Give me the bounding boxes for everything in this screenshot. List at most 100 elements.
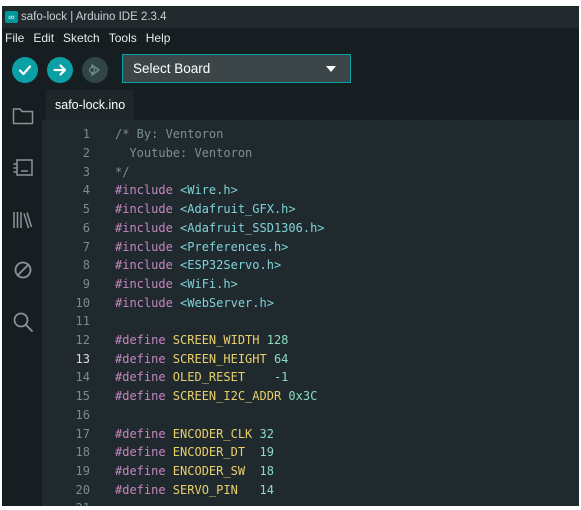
code-token-kw: #include [115,295,181,310]
code-token-num: -1 [273,370,289,385]
code-text: #include <Preferences.h> [115,240,288,254]
code-editor[interactable]: 1 /* By: Ventoron 2 Youtube: Ventoron 3 */ 4 #… [42,120,579,506]
caret-down-icon [326,65,336,72]
code-line[interactable]: 9 #include <WiFi.h> [42,275,579,294]
debug-icon [88,64,100,76]
code-line[interactable]: 15 #define SCREEN_I2C_ADDR 0x3C [42,387,579,406]
line-number: 3 [82,164,90,179]
activity-bar [2,90,42,506]
code-token-kw: #include [115,220,181,235]
code-token-kw: #define [115,463,173,478]
arduino-logo-icon: ∞ [5,11,18,23]
code-token-kw: #include [115,276,181,291]
code-token-num: 32 [259,426,274,441]
code-text: #define SCREEN_WIDTH 128 [115,333,288,347]
code-token-macro: SCREEN_WIDTH [172,333,260,348]
code-line[interactable]: 21 [42,499,579,506]
editor-tab-strip: safo-lock.ino [42,90,579,120]
code-text: #define SERVO_PIN 14 [115,483,274,497]
code-line[interactable]: 3 */ [42,162,579,181]
board-manager-icon [13,159,33,176]
menu-sketch[interactable]: Sketch [63,31,100,45]
code-token-inc: <Preferences.h> [180,239,289,254]
code-token-kw: #include [115,202,181,217]
code-text: #include <Adafruit_GFX.h> [115,202,296,216]
code-text: Youtube: Ventoron [115,146,252,160]
code-line[interactable]: 4 #include <Wire.h> [42,181,579,200]
code-token-comment: Youtube: Ventoron [115,146,253,161]
boards-manager-button[interactable] [11,156,35,180]
line-number: 10 [75,295,90,310]
code-line[interactable]: 5 #include <Adafruit_GFX.h> [42,200,579,219]
code-token-num: 128 [266,333,289,348]
code-line[interactable]: 10 #include <WebServer.h> [42,293,579,312]
toolbar: Select Board [2,48,579,90]
code-text: #define ENCODER_CLK 32 [115,427,274,441]
code-token-kw: #define [115,351,173,366]
code-line[interactable]: 11 [42,312,579,331]
debug-button[interactable] [82,57,108,83]
code-line[interactable]: 8 #include <ESP32Servo.h> [42,256,579,275]
code-text: #define ENCODER_SW 18 [115,464,274,478]
sketchbook-button[interactable] [11,104,35,128]
code-token-macro: OLED_RESET [172,370,246,385]
code-text: #include <WebServer.h> [115,296,274,310]
code-line[interactable]: 13 #define SCREEN_HEIGHT 64 [42,349,579,368]
code-text: #define OLED_RESET -1 [115,370,288,384]
line-number: 17 [75,426,90,441]
verify-button[interactable] [12,57,38,83]
menu-help[interactable]: Help [146,31,171,45]
debug-disabled-icon [14,261,32,279]
search-button[interactable] [11,310,35,334]
code-token-num: 18 [259,463,274,478]
menu-tools[interactable]: Tools [109,31,137,45]
line-number: 18 [75,445,90,460]
code-line[interactable]: 16 [42,406,579,425]
code-line[interactable]: 14 #define OLED_RESET -1 [42,368,579,387]
code-line[interactable]: 20 #define SERVO_PIN 14 [42,480,579,499]
line-number: 20 [75,482,90,497]
line-number: 7 [82,239,90,254]
code-token-kw: #define [115,482,173,497]
code-line[interactable]: 12 #define SCREEN_WIDTH 128 [42,331,579,350]
checkmark-icon [18,65,32,76]
code-token-macro: ENCODER_DT [172,445,246,460]
menu-file[interactable]: File [5,31,24,45]
code-text: #define SCREEN_HEIGHT 64 [115,352,288,366]
library-manager-button[interactable] [11,208,35,232]
code-line[interactable]: 18 #define ENCODER_DT 19 [42,443,579,462]
title-bar: ∞ safo-lock | Arduino IDE 2.3.4 [2,6,579,28]
code-line[interactable]: 2 Youtube: Ventoron [42,144,579,163]
code-line[interactable]: 1 /* By: Ventoron [42,125,579,144]
ide-window: ∞ safo-lock | Arduino IDE 2.3.4 File Edi… [2,6,579,506]
code-line[interactable]: 6 #include <Adafruit_SSD1306.h> [42,219,579,238]
line-number: 16 [75,407,90,422]
board-select[interactable]: Select Board [122,54,351,83]
code-token-kw: #include [115,183,181,198]
code-text: /* By: Ventoron [115,127,223,141]
line-number: 9 [82,276,90,291]
line-number: 1 [82,127,90,142]
tab-safo-lock-ino[interactable]: safo-lock.ino [46,90,135,120]
menu-edit[interactable]: Edit [33,31,54,45]
code-token-macro: ENCODER_CLK [172,426,253,441]
line-number: 5 [82,202,90,217]
line-number: 4 [82,183,90,198]
code-token-macro: SERVO_PIN [172,482,238,497]
code-token-num: 14 [259,482,274,497]
code-line[interactable]: 7 #include <Preferences.h> [42,237,579,256]
upload-button[interactable] [47,57,73,83]
code-token-kw: #include [115,239,181,254]
code-line[interactable]: 19 #define ENCODER_SW 18 [42,462,579,481]
code-token-kw: #define [115,370,173,385]
code-line[interactable]: 17 #define ENCODER_CLK 32 [42,424,579,443]
line-number: 13 [75,351,90,366]
code-token-inc: <ESP32Servo.h> [180,258,282,273]
code-token-macro: ENCODER_SW [172,463,246,478]
code-token-macro: SCREEN_I2C_ADDR [172,389,282,404]
debug-panel-button[interactable] [11,258,35,282]
